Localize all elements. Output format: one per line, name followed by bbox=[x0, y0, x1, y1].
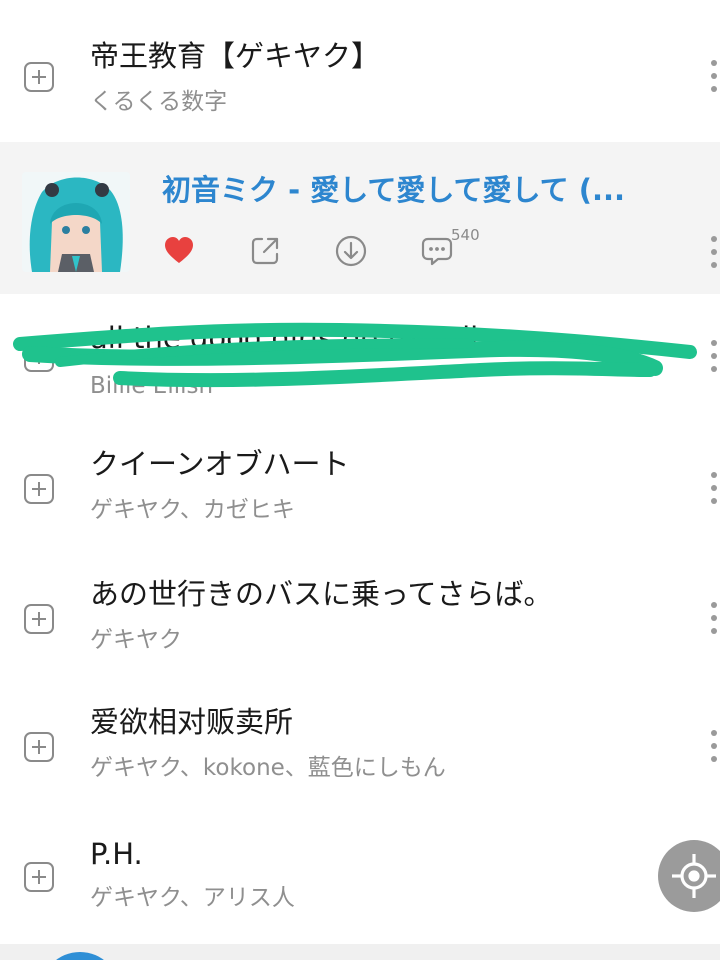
locate-current-icon bbox=[672, 854, 716, 898]
locate-current-button[interactable] bbox=[658, 840, 720, 912]
song-title: 帝王教育【ゲキヤク】 bbox=[90, 39, 381, 73]
more-vertical-icon[interactable] bbox=[706, 472, 720, 504]
song-title: P.H. bbox=[90, 837, 143, 871]
song-title: 爱欲相对贩卖所 bbox=[90, 705, 294, 739]
song-artist: くるくる数字 bbox=[90, 89, 228, 115]
add-to-playlist-icon[interactable] bbox=[24, 474, 54, 504]
more-vertical-icon[interactable] bbox=[706, 730, 720, 762]
mini-player-bar[interactable] bbox=[0, 944, 720, 960]
heart-icon[interactable] bbox=[162, 234, 196, 268]
share-icon[interactable] bbox=[248, 234, 282, 268]
now-playing-title[interactable]: 初音ミク - 愛して愛して愛して (... bbox=[162, 172, 625, 208]
song-title: あの世行きのバスに乗ってさらば。 bbox=[90, 577, 553, 611]
download-icon[interactable] bbox=[334, 234, 368, 268]
more-vertical-icon[interactable] bbox=[706, 60, 720, 92]
add-to-playlist-icon[interactable] bbox=[24, 342, 54, 372]
album-cover[interactable] bbox=[22, 172, 130, 272]
add-to-playlist-icon[interactable] bbox=[24, 62, 54, 92]
song-artist: ゲキヤク、アリス人 bbox=[90, 885, 295, 911]
song-artist: ゲキヤク、kokone、藍色にしもん bbox=[90, 755, 446, 781]
song-title: クイーンオブハート bbox=[90, 447, 350, 481]
more-vertical-icon[interactable] bbox=[706, 602, 720, 634]
song-row[interactable]: all the good girls go to hell Billie Eil… bbox=[0, 294, 720, 424]
song-row[interactable]: クイーンオブハート ゲキヤク、カゼヒキ bbox=[0, 424, 720, 554]
song-artist: ゲキヤク bbox=[90, 627, 182, 653]
comment-count: 540 bbox=[451, 226, 480, 244]
song-title: all the good girls go to hell bbox=[90, 321, 479, 355]
song-row[interactable]: 帝王教育【ゲキヤク】 くるくる数字 bbox=[0, 0, 720, 142]
comment-icon[interactable] bbox=[420, 234, 454, 268]
add-to-playlist-icon[interactable] bbox=[24, 604, 54, 634]
song-row[interactable]: P.H. ゲキヤク、アリス人 bbox=[0, 814, 720, 944]
more-vertical-icon[interactable] bbox=[706, 340, 720, 372]
song-row[interactable]: 爱欲相对贩卖所 ゲキヤク、kokone、藍色にしもん bbox=[0, 684, 720, 814]
song-artist: Billie Eilish bbox=[90, 373, 214, 399]
now-playing-row[interactable]: 初音ミク - 愛して愛して愛して (... 540 bbox=[0, 142, 720, 294]
song-row[interactable]: あの世行きのバスに乗ってさらば。 ゲキヤク bbox=[0, 554, 720, 684]
add-to-playlist-icon[interactable] bbox=[24, 862, 54, 892]
add-to-playlist-icon[interactable] bbox=[24, 732, 54, 762]
more-vertical-icon[interactable] bbox=[706, 236, 720, 268]
song-artist: ゲキヤク、カゼヒキ bbox=[90, 497, 295, 523]
